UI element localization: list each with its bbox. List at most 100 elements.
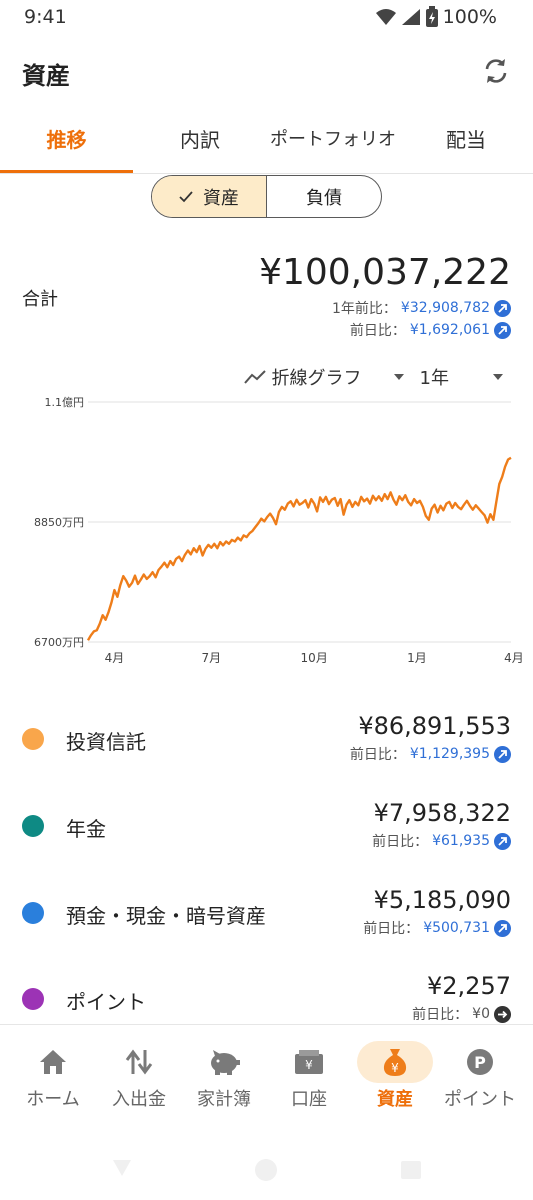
arrow-up-right-icon	[494, 919, 511, 937]
tab-bar: 推移 内訳 ポートフォリオ 配当	[0, 112, 533, 174]
year-over-year-row[interactable]: 1年前比： ¥32,908,782	[332, 298, 511, 318]
asset-color-dot	[22, 988, 44, 1010]
x-tick-label: 7月	[202, 651, 222, 665]
nav-label: ポイント	[444, 1089, 516, 1110]
chart-type-label: 折線グラフ	[271, 368, 362, 389]
segment-liabilities[interactable]: 負債	[267, 176, 381, 217]
asset-color-dot	[22, 728, 44, 750]
period-label[interactable]: 1年	[420, 364, 449, 390]
asset-color-dot	[22, 815, 44, 837]
x-tick-label: 4月	[504, 651, 524, 665]
status-time: 9:41	[24, 6, 67, 28]
asset-trend-chart: 1.1億円 8850万円 6700万円 4月 7月 10月 1月 4月	[34, 396, 524, 665]
piggy-bank-icon	[207, 1047, 241, 1077]
nav-home[interactable]: ホーム	[10, 1025, 96, 1125]
series-line	[86, 456, 512, 641]
total-value: ¥100,037,222	[259, 252, 511, 293]
yoy-label: 1年前比：	[332, 301, 397, 317]
svg-text:P: P	[474, 1053, 486, 1072]
asset-name: 預金・現金・暗号資産	[66, 904, 266, 928]
asset-amount: ¥5,185,090	[373, 886, 511, 914]
bottom-navigation: ホーム 入出金 家計簿 ¥ 口座 ¥ 資産 P ポイント	[0, 1024, 533, 1124]
nav-points[interactable]: P ポイント	[437, 1025, 523, 1125]
asset-delta-label: 前日比：	[372, 834, 429, 850]
back-icon[interactable]	[111, 1158, 133, 1178]
refresh-icon	[485, 59, 507, 83]
nav-label: ホーム	[26, 1089, 80, 1110]
svg-text:¥: ¥	[391, 1061, 399, 1075]
asset-row-investment-trust[interactable]: 投資信託 ¥86,891,553 前日比： ¥1,129,395	[0, 700, 533, 780]
battery-icon	[425, 6, 438, 27]
tab-portfolio[interactable]: ポートフォリオ	[258, 112, 408, 172]
asset-delta: 前日比： ¥0	[412, 1004, 511, 1024]
asset-name: 年金	[66, 817, 106, 841]
asset-amount: ¥86,891,553	[358, 712, 511, 740]
asset-liability-toggle: 資産 負債	[151, 175, 382, 218]
point-icon: P	[463, 1047, 497, 1077]
arrow-up-right-icon	[494, 745, 511, 763]
asset-row-deposits-cash-crypto[interactable]: 預金・現金・暗号資産 ¥5,185,090 前日比： ¥500,731	[0, 874, 533, 954]
home-icon	[36, 1047, 70, 1077]
segment-liabilities-label: 負債	[306, 187, 342, 209]
asset-delta: 前日比： ¥1,129,395	[350, 744, 511, 764]
asset-delta-label: 前日比：	[363, 921, 420, 937]
asset-delta: 前日比： ¥500,731	[363, 918, 511, 938]
recents-icon[interactable]	[400, 1160, 422, 1180]
nav-transactions[interactable]: 入出金	[96, 1025, 182, 1125]
nav-household-budget[interactable]: 家計簿	[181, 1025, 267, 1125]
day-over-day-row[interactable]: 前日比： ¥1,692,061	[350, 320, 511, 340]
page-title: 資産	[22, 62, 70, 90]
line-chart-icon	[243, 370, 266, 384]
arrow-up-right-icon	[494, 832, 511, 850]
chart-type-selector[interactable]: 折線グラフ	[243, 364, 362, 390]
status-icons: 100%	[375, 6, 497, 28]
y-tick-label: 6700万円	[34, 636, 84, 649]
status-bar: 9:41 100%	[0, 0, 533, 36]
wallet-icon: ¥	[292, 1047, 326, 1077]
tab-dividend[interactable]: 配当	[420, 112, 512, 172]
y-tick-label: 8850万円	[34, 516, 84, 529]
check-icon	[179, 190, 193, 202]
asset-delta-value: ¥0	[472, 1006, 490, 1022]
nav-accounts[interactable]: ¥ 口座	[266, 1025, 352, 1125]
dod-label: 前日比：	[349, 323, 406, 339]
dod-value: ¥1,692,061	[409, 322, 490, 338]
total-label: 合計	[22, 289, 58, 310]
asset-name: ポイント	[66, 990, 146, 1014]
x-tick-label: 1月	[407, 651, 427, 665]
transfer-icon	[122, 1047, 156, 1077]
asset-amount: ¥2,257	[427, 972, 511, 1000]
asset-delta-value: ¥1,129,395	[409, 746, 490, 762]
chart-controls: 折線グラフ 1年	[243, 364, 503, 390]
app-header: 資産	[0, 40, 533, 104]
asset-delta: 前日比： ¥61,935	[372, 831, 511, 851]
segment-assets-label: 資産	[203, 187, 239, 209]
y-tick-label: 1.1億円	[45, 396, 85, 409]
asset-name: 投資信託	[66, 730, 146, 754]
chevron-down-icon[interactable]	[393, 374, 404, 380]
asset-row-pension[interactable]: 年金 ¥7,958,322 前日比： ¥61,935	[0, 787, 533, 867]
nav-label: 家計簿	[197, 1089, 251, 1110]
refresh-button[interactable]	[481, 56, 511, 86]
tab-underline	[0, 170, 133, 173]
segment-assets[interactable]: 資産	[152, 176, 267, 217]
nav-assets[interactable]: ¥ 資産	[352, 1025, 438, 1125]
arrow-up-right-icon	[494, 299, 511, 317]
wifi-icon	[375, 9, 396, 25]
asset-delta-label: 前日比：	[412, 1007, 469, 1023]
yoy-value: ¥32,908,782	[400, 300, 490, 316]
home-button-icon[interactable]	[254, 1158, 278, 1182]
nav-label: 入出金	[112, 1089, 166, 1110]
asset-delta-label: 前日比：	[349, 747, 406, 763]
nav-label: 資産	[377, 1089, 413, 1110]
tab-trend[interactable]: 推移	[0, 112, 133, 172]
tab-breakdown[interactable]: 内訳	[150, 112, 250, 172]
x-tick-label: 4月	[105, 651, 125, 665]
signal-icon	[401, 9, 420, 25]
system-navigation-bar	[0, 1130, 533, 1200]
arrow-up-right-icon	[494, 321, 511, 339]
chevron-down-icon[interactable]	[493, 374, 503, 380]
arrow-right-icon	[494, 1005, 511, 1023]
asset-delta-value: ¥61,935	[432, 833, 490, 849]
battery-level: 100%	[442, 6, 497, 28]
